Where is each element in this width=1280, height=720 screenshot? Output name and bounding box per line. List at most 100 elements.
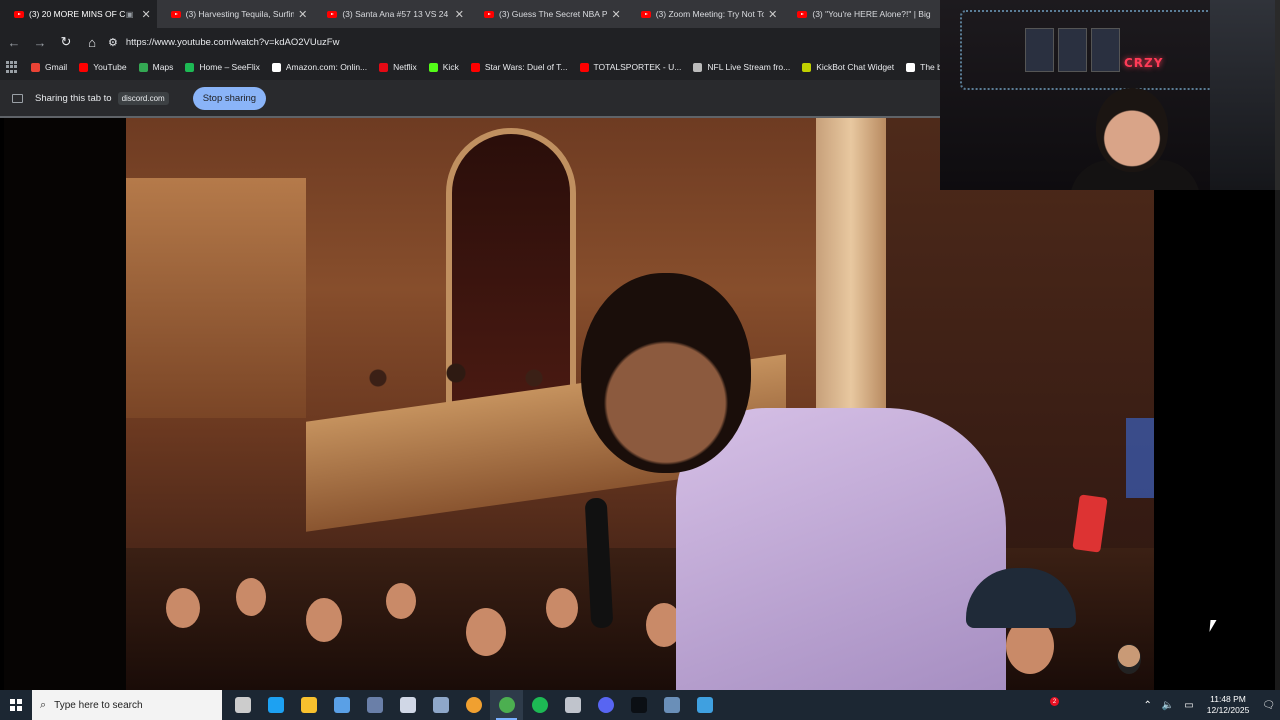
tab-2[interactable]: (3) Harvesting Tequila, Surfing ✕: [157, 0, 314, 28]
tab-label: (3) "You're HERE Alone?!" | Big: [812, 9, 931, 19]
stage-light: [1126, 418, 1154, 498]
mouse-cursor-icon: [1209, 620, 1217, 632]
date: 12/12/2025: [1206, 705, 1250, 715]
bookmark-icon: [693, 62, 703, 72]
app-7-icon[interactable]: [424, 690, 457, 720]
bookmark-item[interactable]: NFL Live Stream fro...: [693, 62, 790, 72]
bookmark-icon: [138, 62, 148, 72]
chrome-icon[interactable]: [490, 690, 523, 720]
bookmark-icon: [428, 62, 438, 72]
taskbar-apps: [226, 690, 721, 720]
browser-toolbar: ← → ↻ ⌂ ⚙ https://www.youtube.com/watch?…: [0, 28, 940, 56]
bookmark-label: Netflix: [393, 62, 417, 72]
youtube-icon: [14, 10, 24, 18]
wall-frames: [1025, 28, 1120, 72]
tab-6[interactable]: (3) "You're HERE Alone?!" | Big: [783, 0, 940, 28]
close-icon[interactable]: ✕: [611, 8, 620, 21]
app-11-icon[interactable]: [556, 690, 589, 720]
bookmark-item[interactable]: KickBot Chat Widget: [802, 62, 894, 72]
edge-icon[interactable]: [259, 690, 292, 720]
bookmark-item[interactable]: Netflix: [379, 62, 417, 72]
bookmark-item[interactable]: The best str: [906, 62, 940, 72]
forward-arrow-icon[interactable]: →: [28, 30, 52, 54]
app-15-icon[interactable]: [688, 690, 721, 720]
tab-4[interactable]: (3) Guess The Secret NBA Playe ✕: [470, 0, 627, 28]
steam-icon[interactable]: [655, 690, 688, 720]
tab-bar: (3) 20 MORE MINS OF CRO ▣ ✕ (3) Harvesti…: [0, 0, 940, 28]
search-placeholder: Type here to search: [54, 699, 143, 711]
system-tray: ⌃ 🔈 ▭ 11:48 PM 12/12/2025 🗨: [1138, 690, 1280, 720]
bookmark-label: Home – SeeFlix: [199, 62, 260, 72]
bookmark-label: NFL Live Stream fro...: [707, 62, 791, 72]
discord-icon[interactable]: [589, 690, 622, 720]
store-icon[interactable]: [325, 690, 358, 720]
time: 11:48 PM: [1210, 694, 1246, 704]
site-info-icon[interactable]: ⚙: [108, 36, 118, 49]
bookmark-label: TOTALSPORTEK - U...: [593, 62, 682, 72]
calculator-icon[interactable]: [358, 690, 391, 720]
bookmark-item[interactable]: Star Wars: Duel of T...: [470, 62, 568, 72]
task-view-icon[interactable]: [226, 690, 259, 720]
bookmark-icon: [271, 62, 281, 72]
windows-icon: [10, 699, 22, 711]
stop-sharing-button[interactable]: Stop sharing: [192, 86, 267, 110]
streamer: [1096, 88, 1168, 172]
bookmark-label: KickBot Chat Widget: [816, 62, 895, 72]
cast-icon: ▣: [125, 9, 134, 19]
bookmark-item[interactable]: TOTALSPORTEK - U...: [579, 62, 682, 72]
theater-balcony: [126, 178, 306, 418]
app-6-icon[interactable]: [391, 690, 424, 720]
chevron-up-icon[interactable]: ⌃: [1143, 700, 1151, 711]
app-8-icon[interactable]: [457, 690, 490, 720]
video-player[interactable]: [4, 118, 1154, 690]
performer: [581, 273, 751, 473]
file-explorer-icon[interactable]: [292, 690, 325, 720]
neon-sign: CRZY: [1124, 56, 1164, 70]
tab-sharing-bar: Sharing this tab to discord.com Stop sha…: [0, 80, 940, 116]
scrollbar-thumb[interactable]: [1275, 0, 1280, 190]
bookmark-icon: [906, 62, 916, 72]
bookmark-icon: [579, 62, 589, 72]
spotify-icon[interactable]: [523, 690, 556, 720]
start-button[interactable]: [0, 690, 32, 720]
tab-3[interactable]: (3) Santa Ana #57 13 VS 24 ,KO ✕: [313, 0, 470, 28]
tab-label: (3) Zoom Meeting: Try Not To L: [655, 9, 765, 19]
apps-grid-icon[interactable]: [6, 61, 17, 73]
bookmark-item[interactable]: YouTube: [79, 62, 127, 72]
terminal-icon[interactable]: [622, 690, 655, 720]
browser-window: (3) 20 MORE MINS OF CRO ▣ ✕ (3) Harvesti…: [0, 0, 940, 118]
close-icon[interactable]: ✕: [768, 8, 777, 21]
screen-share-icon: [12, 93, 23, 103]
reload-icon[interactable]: ↻: [54, 30, 78, 54]
webcam-overlay: CRZY: [940, 0, 1280, 190]
bookmark-item[interactable]: Amazon.com: Onlin...: [271, 62, 367, 72]
wall: [1210, 0, 1280, 190]
bookmark-item[interactable]: Maps: [138, 62, 174, 72]
video-frame: [126, 118, 1154, 690]
clock[interactable]: 11:48 PM 12/12/2025: [1207, 694, 1250, 716]
youtube-icon: [797, 10, 808, 18]
tab-1[interactable]: (3) 20 MORE MINS OF CRO ▣ ✕: [0, 0, 157, 28]
taskbar: ⌕ Type here to search ⌃ 🔈 ▭ 11:48 PM 12/…: [0, 690, 1280, 720]
sharing-text: Sharing this tab to: [35, 92, 112, 104]
volume-icon[interactable]: 🔈: [1162, 700, 1174, 711]
close-icon[interactable]: ✕: [455, 8, 464, 21]
bookmark-item[interactable]: Home – SeeFlix: [185, 62, 260, 72]
home-icon[interactable]: ⌂: [80, 30, 104, 54]
scrollbar-track[interactable]: [1275, 190, 1280, 690]
bookmark-item[interactable]: Kick: [428, 62, 459, 72]
bookmark-icon: [31, 62, 40, 72]
address-bar[interactable]: ⚙ https://www.youtube.com/watch?v=kdAO2V…: [108, 31, 928, 53]
network-icon[interactable]: ▭: [1184, 700, 1193, 711]
back-arrow-icon[interactable]: ←: [2, 30, 26, 54]
bookmark-item[interactable]: Gmail: [31, 62, 67, 72]
tab-label: (3) Guess The Secret NBA Playe: [499, 9, 608, 19]
notification-icon[interactable]: 🗨: [1262, 700, 1275, 711]
close-icon[interactable]: ✕: [298, 8, 307, 21]
youtube-icon: [484, 10, 495, 18]
taskbar-search[interactable]: ⌕ Type here to search: [32, 690, 222, 720]
bookmarks-bar: Gmail YouTube Maps Home – SeeFlix Amazon.com…: [0, 56, 940, 78]
close-icon[interactable]: ✕: [141, 8, 150, 21]
tab-5[interactable]: (3) Zoom Meeting: Try Not To L ✕: [627, 0, 784, 28]
bookmark-label: Maps: [152, 62, 174, 72]
